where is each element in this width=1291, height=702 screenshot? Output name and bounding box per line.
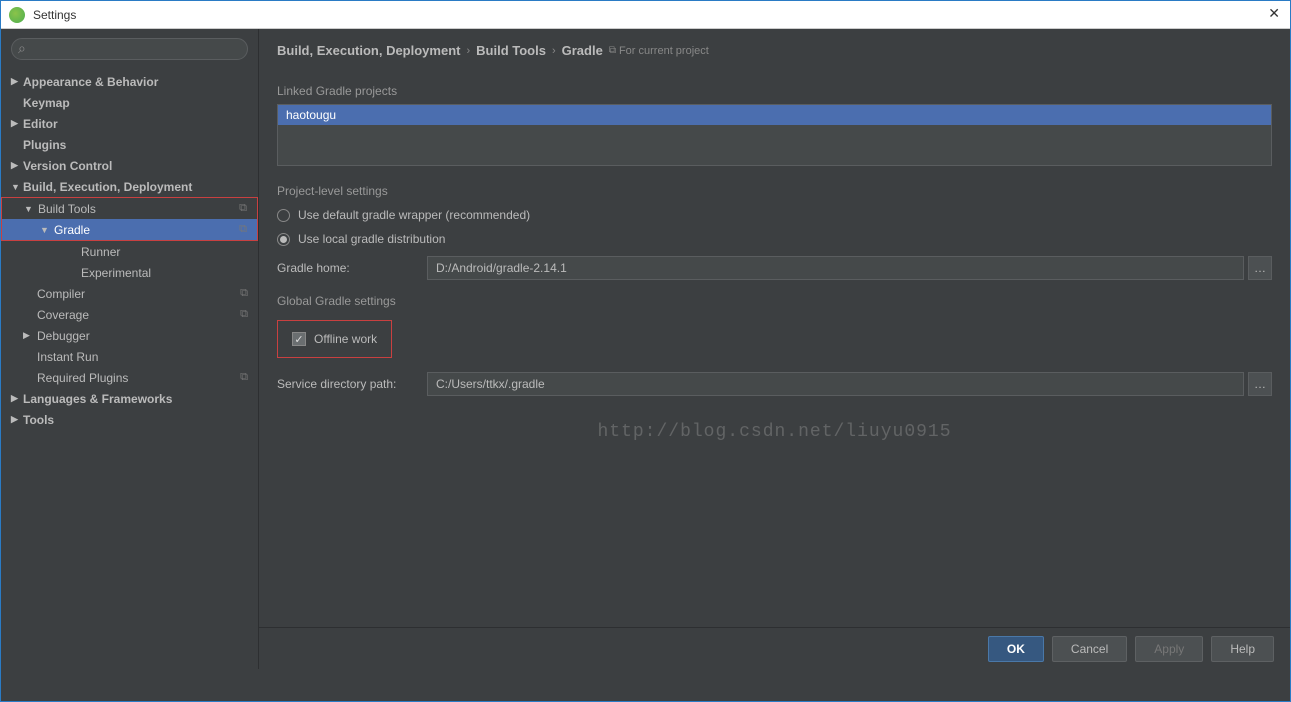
copy-icon: ⧉ <box>239 223 247 236</box>
highlight-offline-work: ✓ Offline work <box>277 320 392 358</box>
close-icon[interactable]: ✕ <box>1268 5 1280 22</box>
chevron-down-icon: ▼ <box>24 204 33 214</box>
sidebar-item-required-plugins[interactable]: Required Plugins⧉ <box>1 367 258 388</box>
sidebar-item-plugins[interactable]: Plugins <box>1 134 258 155</box>
sidebar-item-appearance[interactable]: ▶Appearance & Behavior <box>1 71 258 92</box>
sidebar: ▶Appearance & Behavior Keymap ▶Editor Pl… <box>1 29 259 669</box>
sidebar-item-compiler[interactable]: Compiler⧉ <box>1 283 258 304</box>
chevron-right-icon: ▶ <box>11 118 18 129</box>
chevron-right-icon: › <box>466 45 470 57</box>
sidebar-item-gradle[interactable]: ▼Gradle⧉ <box>2 219 257 240</box>
apply-button[interactable]: Apply <box>1135 636 1203 662</box>
sidebar-item-instant-run[interactable]: Instant Run <box>1 346 258 367</box>
sidebar-item-runner[interactable]: Runner <box>1 241 258 262</box>
offline-work-label: Offline work <box>314 332 377 346</box>
radio-local-label: Use local gradle distribution <box>298 232 445 246</box>
radio-default-wrapper[interactable]: Use default gradle wrapper (recommended) <box>277 208 1272 222</box>
sidebar-item-coverage[interactable]: Coverage⧉ <box>1 304 258 325</box>
content-panel: Build, Execution, Deployment › Build Too… <box>259 29 1290 669</box>
copy-icon: ⧉ <box>240 308 248 321</box>
radio-default-label: Use default gradle wrapper (recommended) <box>298 208 530 222</box>
sidebar-item-experimental[interactable]: Experimental <box>1 262 258 283</box>
dialog-footer: OK Cancel Apply Help <box>259 627 1290 669</box>
radio-icon <box>277 233 290 246</box>
gradle-home-input[interactable] <box>427 256 1244 280</box>
chevron-right-icon: ▶ <box>11 76 18 87</box>
chevron-down-icon: ▼ <box>40 225 49 235</box>
search-input[interactable] <box>11 38 248 60</box>
service-dir-label: Service directory path: <box>277 377 427 391</box>
linked-projects-list[interactable]: haotougu <box>277 104 1272 166</box>
ok-button[interactable]: OK <box>988 636 1044 662</box>
breadcrumb-build: Build, Execution, Deployment <box>277 43 460 58</box>
sidebar-item-editor[interactable]: ▶Editor <box>1 113 258 134</box>
linked-projects-label: Linked Gradle projects <box>277 84 1272 98</box>
chevron-right-icon: › <box>552 45 556 57</box>
chevron-right-icon: ▶ <box>23 330 30 341</box>
service-dir-input[interactable] <box>427 372 1244 396</box>
browse-button[interactable]: … <box>1248 372 1272 396</box>
breadcrumb-gradle: Gradle <box>562 43 603 58</box>
help-button[interactable]: Help <box>1211 636 1274 662</box>
offline-work-checkbox[interactable]: ✓ Offline work <box>288 326 381 352</box>
titlebar: Settings ✕ <box>1 1 1290 29</box>
sidebar-item-build-tools[interactable]: ▼Build Tools⧉ <box>2 198 257 219</box>
gradle-home-label: Gradle home: <box>277 261 427 275</box>
window-title: Settings <box>33 8 76 22</box>
copy-icon: ⧉ <box>240 287 248 300</box>
radio-local-distribution[interactable]: Use local gradle distribution <box>277 232 1272 246</box>
scope-label: ⧉For current project <box>609 45 709 57</box>
chevron-right-icon: ▶ <box>11 160 18 171</box>
copy-icon: ⧉ <box>240 371 248 384</box>
sidebar-item-build[interactable]: ▼Build, Execution, Deployment <box>1 176 258 197</box>
browse-button[interactable]: … <box>1248 256 1272 280</box>
copy-icon: ⧉ <box>239 202 247 215</box>
chevron-right-icon: ▶ <box>11 393 18 404</box>
checkbox-icon: ✓ <box>292 332 306 346</box>
watermark-text: http://blog.csdn.net/liuyu0915 <box>597 422 951 442</box>
highlight-build-tools-gradle: ▼Build Tools⧉ ▼Gradle⧉ <box>1 197 258 241</box>
radio-icon <box>277 209 290 222</box>
cancel-button[interactable]: Cancel <box>1052 636 1127 662</box>
copy-icon: ⧉ <box>609 45 616 56</box>
sidebar-item-keymap[interactable]: Keymap <box>1 92 258 113</box>
sidebar-item-languages[interactable]: ▶Languages & Frameworks <box>1 388 258 409</box>
breadcrumb: Build, Execution, Deployment › Build Too… <box>259 29 1290 66</box>
project-level-label: Project-level settings <box>277 184 1272 198</box>
project-item[interactable]: haotougu <box>278 105 1271 125</box>
global-settings-label: Global Gradle settings <box>277 294 1272 308</box>
chevron-right-icon: ▶ <box>11 414 18 425</box>
app-icon <box>9 7 25 23</box>
breadcrumb-build-tools: Build Tools <box>476 43 546 58</box>
chevron-down-icon: ▼ <box>11 182 20 192</box>
settings-tree: ▶Appearance & Behavior Keymap ▶Editor Pl… <box>1 69 258 669</box>
sidebar-item-debugger[interactable]: ▶Debugger <box>1 325 258 346</box>
sidebar-item-version-control[interactable]: ▶Version Control <box>1 155 258 176</box>
sidebar-item-tools[interactable]: ▶Tools <box>1 409 258 430</box>
